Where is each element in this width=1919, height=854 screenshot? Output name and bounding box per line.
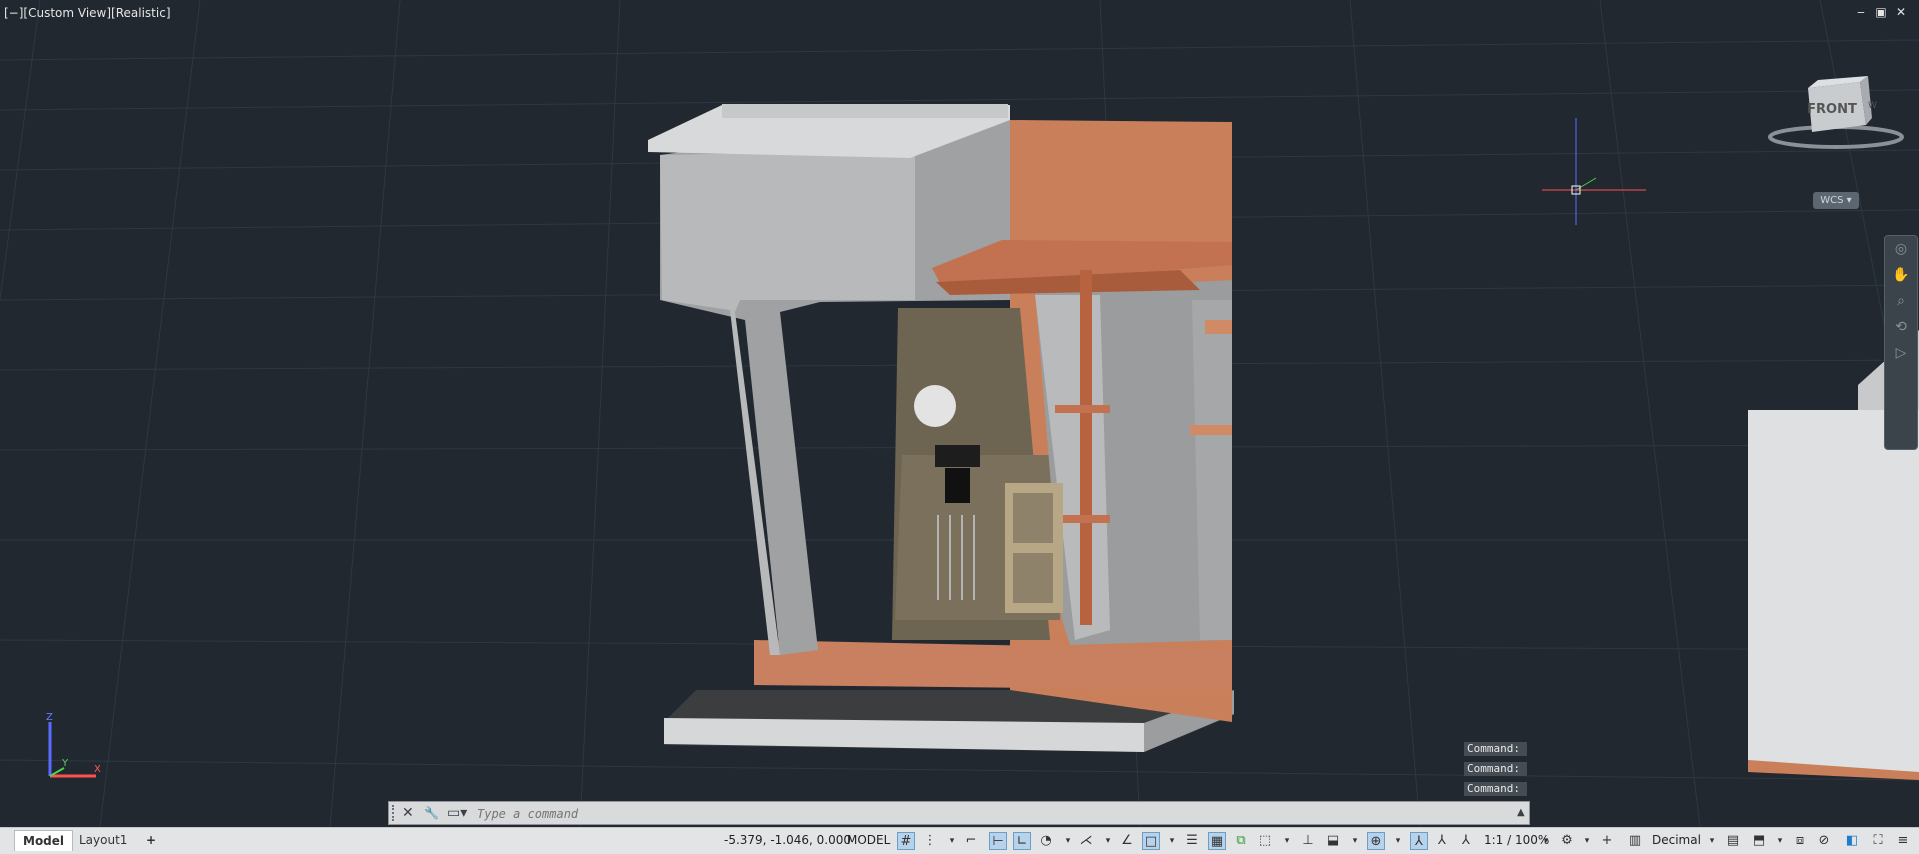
- model-scene: FRONT W Z X Y: [0, 0, 1919, 827]
- annotation-monitor-icon[interactable]: +: [1598, 832, 1616, 850]
- dynamic-ucs-icon[interactable]: ⊥: [1299, 832, 1317, 850]
- restore-viewport-button[interactable]: ▣: [1873, 5, 1889, 19]
- polar-tracking-icon[interactable]: ◔: [1037, 832, 1055, 850]
- navigation-bar[interactable]: ◎ ✋ ⌕ ⟲ ▷: [1884, 235, 1918, 450]
- object-snap-icon[interactable]: □: [1142, 832, 1160, 850]
- infer-constraints-icon[interactable]: ⌐: [962, 832, 980, 850]
- customize-icon[interactable]: 🔧: [424, 804, 439, 822]
- 3d-object-snap-icon[interactable]: ⬚: [1256, 832, 1274, 850]
- annotation-visibility-icon[interactable]: ⅄: [1410, 832, 1428, 850]
- auto-scale-icon[interactable]: ⅄: [1433, 832, 1451, 850]
- pan-icon[interactable]: ✋: [1885, 262, 1917, 288]
- workspace-gear-icon[interactable]: ⚙: [1558, 832, 1576, 850]
- ortho-icon[interactable]: ∟: [1013, 832, 1031, 850]
- snap-icon[interactable]: ⋮: [921, 832, 939, 850]
- coordinates-readout[interactable]: -5.379, -1.046, 0.000: [724, 833, 851, 847]
- chevron-down-icon[interactable]: ▾: [1578, 832, 1596, 850]
- dynamic-input-icon[interactable]: ⊢: [989, 832, 1007, 850]
- viewcube[interactable]: FRONT W: [1768, 76, 1904, 149]
- ucs-icon: Z X Y: [46, 712, 101, 778]
- transparency-icon[interactable]: ▦: [1208, 832, 1226, 850]
- minimize-viewport-button[interactable]: ‒: [1853, 5, 1869, 19]
- chevron-down-icon[interactable]: ▾: [1346, 832, 1364, 850]
- chevron-down-icon[interactable]: ▾: [1278, 832, 1296, 850]
- steering-wheel-icon[interactable]: ◎: [1885, 236, 1917, 262]
- status-bar: Model Layout1 + -5.379, -1.046, 0.000 MO…: [0, 827, 1919, 854]
- command-history-line: Command:: [1464, 742, 1527, 756]
- chevron-up-icon[interactable]: ▲: [1517, 804, 1525, 822]
- chevron-down-icon[interactable]: ▾: [1771, 832, 1789, 850]
- selection-cycling-icon[interactable]: ⧉: [1232, 832, 1250, 850]
- wcs-label: WCS: [1820, 195, 1844, 206]
- command-input[interactable]: [475, 805, 1479, 823]
- quick-properties-icon[interactable]: ▤: [1724, 832, 1742, 850]
- command-line-grip[interactable]: [392, 805, 399, 821]
- grid-toggle-icon[interactable]: #: [897, 832, 915, 850]
- command-history-line: Command:: [1464, 762, 1527, 776]
- gizmo-icon[interactable]: ⊕: [1367, 832, 1385, 850]
- wcs-menu[interactable]: WCS ▾: [1813, 192, 1859, 209]
- hardware-acceleration-icon[interactable]: ⊘: [1815, 832, 1833, 850]
- zoom-icon[interactable]: ⌕: [1885, 288, 1917, 314]
- customization-menu-icon[interactable]: ≡: [1894, 832, 1912, 850]
- showmotion-icon[interactable]: ▷: [1885, 340, 1917, 366]
- tab-layout1[interactable]: Layout1: [71, 830, 135, 850]
- isometric-icon[interactable]: ⋌: [1077, 832, 1095, 850]
- units-dropdown[interactable]: Decimal: [1652, 833, 1701, 847]
- add-layout-button[interactable]: +: [138, 830, 164, 850]
- building-model[interactable]: [648, 104, 1234, 752]
- close-viewport-button[interactable]: ✕: [1893, 5, 1909, 19]
- model-space-button[interactable]: MODEL: [847, 833, 890, 847]
- close-icon[interactable]: ✕: [402, 804, 414, 822]
- units-icon[interactable]: ▥: [1626, 832, 1644, 850]
- graphics-performance-icon[interactable]: ◧: [1843, 832, 1861, 850]
- lock-ui-icon[interactable]: ⬒: [1750, 832, 1768, 850]
- ucs-crosshair-icon: [1542, 118, 1646, 225]
- chevron-down-icon[interactable]: ▾: [1537, 832, 1555, 850]
- viewcube-side-label: W: [1868, 101, 1877, 111]
- selection-filter-icon[interactable]: ⬓: [1324, 832, 1342, 850]
- tab-model[interactable]: Model: [14, 830, 74, 851]
- ucs-z-label: Z: [46, 712, 53, 723]
- chevron-down-icon[interactable]: ▾: [1163, 832, 1181, 850]
- isolate-objects-icon[interactable]: ⧈: [1791, 832, 1809, 850]
- recent-commands-icon[interactable]: ▭▾: [447, 804, 467, 822]
- chevron-down-icon[interactable]: ▾: [1389, 832, 1407, 850]
- annotation-scale-icon[interactable]: ⅄: [1457, 832, 1475, 850]
- chevron-down-icon[interactable]: ▾: [1099, 832, 1117, 850]
- chevron-down-icon[interactable]: ▾: [1703, 832, 1721, 850]
- viewcube-front-label: FRONT: [1807, 102, 1857, 117]
- command-history-line: Command:: [1464, 782, 1527, 796]
- object-snap-tracking-icon[interactable]: ∠: [1118, 832, 1136, 850]
- command-line: ✕ 🔧 ▭▾ ▲: [388, 801, 1530, 825]
- lineweight-icon[interactable]: ☰: [1183, 832, 1201, 850]
- ucs-y-label: Y: [61, 758, 69, 769]
- drawing-viewport[interactable]: FRONT W Z X Y [−][Custom View][Realistic…: [0, 0, 1919, 827]
- chevron-down-icon[interactable]: ▾: [943, 832, 961, 850]
- viewport-controls-label[interactable]: [−][Custom View][Realistic]: [4, 6, 171, 20]
- orbit-icon[interactable]: ⟲: [1885, 314, 1917, 340]
- ucs-x-label: X: [94, 764, 101, 775]
- chevron-down-icon[interactable]: ▾: [1059, 832, 1077, 850]
- clean-screen-icon[interactable]: ⛶: [1869, 832, 1887, 850]
